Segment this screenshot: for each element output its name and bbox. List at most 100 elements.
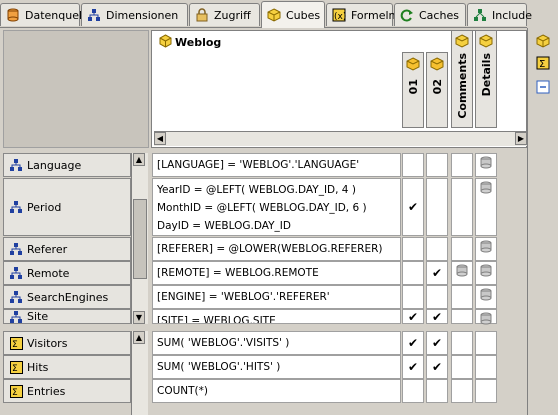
dimension-name: Remote — [27, 266, 70, 280]
column-header-comments[interactable]: Comments — [451, 30, 473, 128]
cube-1-checkbox[interactable] — [402, 153, 424, 177]
formula-icon[interactable]: Σ — [536, 56, 550, 70]
cube-1-checkbox[interactable] — [402, 379, 424, 403]
comments-cell[interactable] — [451, 379, 473, 403]
measure-name: Hits — [27, 360, 49, 374]
cube-icon[interactable] — [536, 34, 550, 48]
measure-row-label[interactable]: Σ Visitors — [3, 331, 131, 355]
scroll-up-icon[interactable]: ▲ — [133, 153, 145, 166]
dimension-row-label[interactable]: Period — [3, 178, 131, 236]
collapse-icon[interactable] — [536, 80, 550, 94]
measure-row-label[interactable]: Σ Hits — [3, 355, 131, 379]
dimension-row-label[interactable]: Remote — [3, 261, 131, 285]
cube-2-checkbox[interactable] — [426, 285, 448, 309]
dimension-expression[interactable]: [SITE] = WEBLOG.SITE — [152, 309, 401, 324]
details-cell[interactable] — [475, 261, 497, 285]
measure-name: Visitors — [27, 336, 68, 350]
details-cell[interactable] — [475, 178, 497, 236]
details-cell[interactable] — [475, 285, 497, 309]
details-cell[interactable] — [475, 379, 497, 403]
cube-1-checkbox[interactable] — [402, 285, 424, 309]
header-corner — [3, 30, 149, 148]
dimension-scrollbar[interactable]: ▲ ▼ — [131, 153, 148, 324]
expression-line: MonthID = @LEFT( WEBLOG.DAY_ID, 6 ) — [157, 202, 367, 214]
dimension-row-label[interactable]: Site — [3, 309, 131, 324]
comments-cell[interactable] — [451, 153, 473, 177]
cube-1-checkbox[interactable] — [402, 261, 424, 285]
checkmark-icon: ✔ — [431, 309, 443, 324]
tab-datenquellen[interactable]: Datenquellen — [0, 3, 99, 26]
dimension-name: Period — [27, 200, 62, 214]
expression-line: [REFERER] = @LOWER(WEBLOG.REFERER) — [157, 243, 383, 255]
checkmark-icon: ✔ — [407, 200, 419, 214]
dimension-expression[interactable]: [REFERER] = @LOWER(WEBLOG.REFERER) — [152, 237, 401, 261]
cube-1-checkbox[interactable]: ✔ — [402, 355, 424, 379]
scroll-down-icon[interactable]: ▼ — [133, 311, 145, 324]
database-icon — [479, 240, 493, 256]
cube-2-checkbox[interactable] — [426, 237, 448, 261]
cube-2-checkbox[interactable] — [426, 153, 448, 177]
column-header-02[interactable]: 02 — [426, 52, 448, 128]
comments-cell[interactable] — [451, 285, 473, 309]
tab-zugriff[interactable]: Zugriff — [189, 3, 260, 26]
dimension-row-label[interactable]: Referer — [3, 237, 131, 261]
comments-cell[interactable] — [451, 178, 473, 236]
tab-label: Include — [492, 8, 533, 22]
comments-cell[interactable] — [451, 261, 473, 285]
dimension-name: Language — [27, 158, 82, 172]
dimension-icon — [87, 8, 101, 22]
expression-line: DayID = WEBLOG.DAY_ID — [157, 220, 291, 232]
comments-cell[interactable] — [451, 331, 473, 355]
measure-row-label[interactable]: Σ Entries — [3, 379, 131, 403]
cube-2-checkbox[interactable]: ✔ — [426, 261, 448, 285]
database-icon — [479, 288, 493, 304]
scroll-left-icon[interactable]: ◀ — [154, 132, 166, 145]
formula-icon: Σ — [10, 385, 23, 398]
tab-include[interactable]: Include — [467, 3, 532, 26]
dimension-expression[interactable]: [ENGINE] = 'WEBLOG'.'REFERER' — [152, 285, 401, 309]
checkmark-icon: ✔ — [407, 336, 419, 350]
expression-line: [ENGINE] = 'WEBLOG'.'REFERER' — [157, 291, 330, 303]
dimension-row-label[interactable]: SearchEngines — [3, 285, 131, 309]
checkmark-icon: ✔ — [407, 309, 419, 324]
comments-cell[interactable] — [451, 355, 473, 379]
comments-cell[interactable] — [451, 309, 473, 324]
dimension-expression[interactable]: [REMOTE] = WEBLOG.REMOTE — [152, 261, 401, 285]
cube-1-checkbox[interactable]: ✔ — [402, 331, 424, 355]
details-cell[interactable] — [475, 355, 497, 379]
scroll-thumb[interactable] — [133, 199, 147, 279]
cube-2-checkbox[interactable]: ✔ — [426, 355, 448, 379]
cube-1-checkbox[interactable]: ✔ — [402, 309, 424, 324]
cubes-icon — [430, 57, 444, 74]
details-cell[interactable] — [475, 237, 497, 261]
cube-2-checkbox[interactable] — [426, 178, 448, 236]
dimension-row-label[interactable]: Language — [3, 153, 131, 177]
measure-expression[interactable]: COUNT(*) — [152, 379, 401, 403]
measure-scrollbar[interactable]: ▲ — [131, 331, 148, 415]
dimension-expression[interactable]: YearID = @LEFT( WEBLOG.DAY_ID, 4 ) MonthI… — [152, 178, 401, 236]
column-header-01[interactable]: 01 — [402, 52, 424, 128]
expression-line: SUM( 'WEBLOG'.'VISITS' ) — [157, 337, 290, 349]
details-cell[interactable] — [475, 309, 497, 325]
details-cell[interactable] — [475, 153, 497, 177]
scroll-up-icon[interactable]: ▲ — [133, 331, 145, 344]
column-header-details[interactable]: Details — [475, 30, 497, 128]
horizontal-scrollbar[interactable]: ◀ ▶ — [154, 131, 527, 146]
dimension-icon — [10, 159, 22, 171]
cube-2-checkbox[interactable] — [426, 379, 448, 403]
tab-formeln[interactable]: (x) Formeln — [326, 3, 396, 26]
cube-1-checkbox[interactable]: ✔ — [402, 178, 424, 236]
tab-caches[interactable]: Caches — [394, 3, 466, 26]
scroll-right-icon[interactable]: ▶ — [515, 132, 527, 145]
tab-dimensionen[interactable]: Dimensionen — [81, 3, 188, 26]
measure-expression[interactable]: SUM( 'WEBLOG'.'VISITS' ) — [152, 331, 401, 355]
comments-cell[interactable] — [451, 237, 473, 261]
details-cell[interactable] — [475, 331, 497, 355]
cube-1-checkbox[interactable] — [402, 237, 424, 261]
measure-expression[interactable]: SUM( 'WEBLOG'.'HITS' ) — [152, 355, 401, 379]
tab-cubes[interactable]: Cubes — [261, 1, 325, 28]
formula-icon: (x) — [332, 8, 346, 22]
cube-2-checkbox[interactable]: ✔ — [426, 331, 448, 355]
dimension-expression[interactable]: [LANGUAGE] = 'WEBLOG'.'LANGUAGE' — [152, 153, 401, 177]
cube-2-checkbox[interactable]: ✔ — [426, 309, 448, 324]
